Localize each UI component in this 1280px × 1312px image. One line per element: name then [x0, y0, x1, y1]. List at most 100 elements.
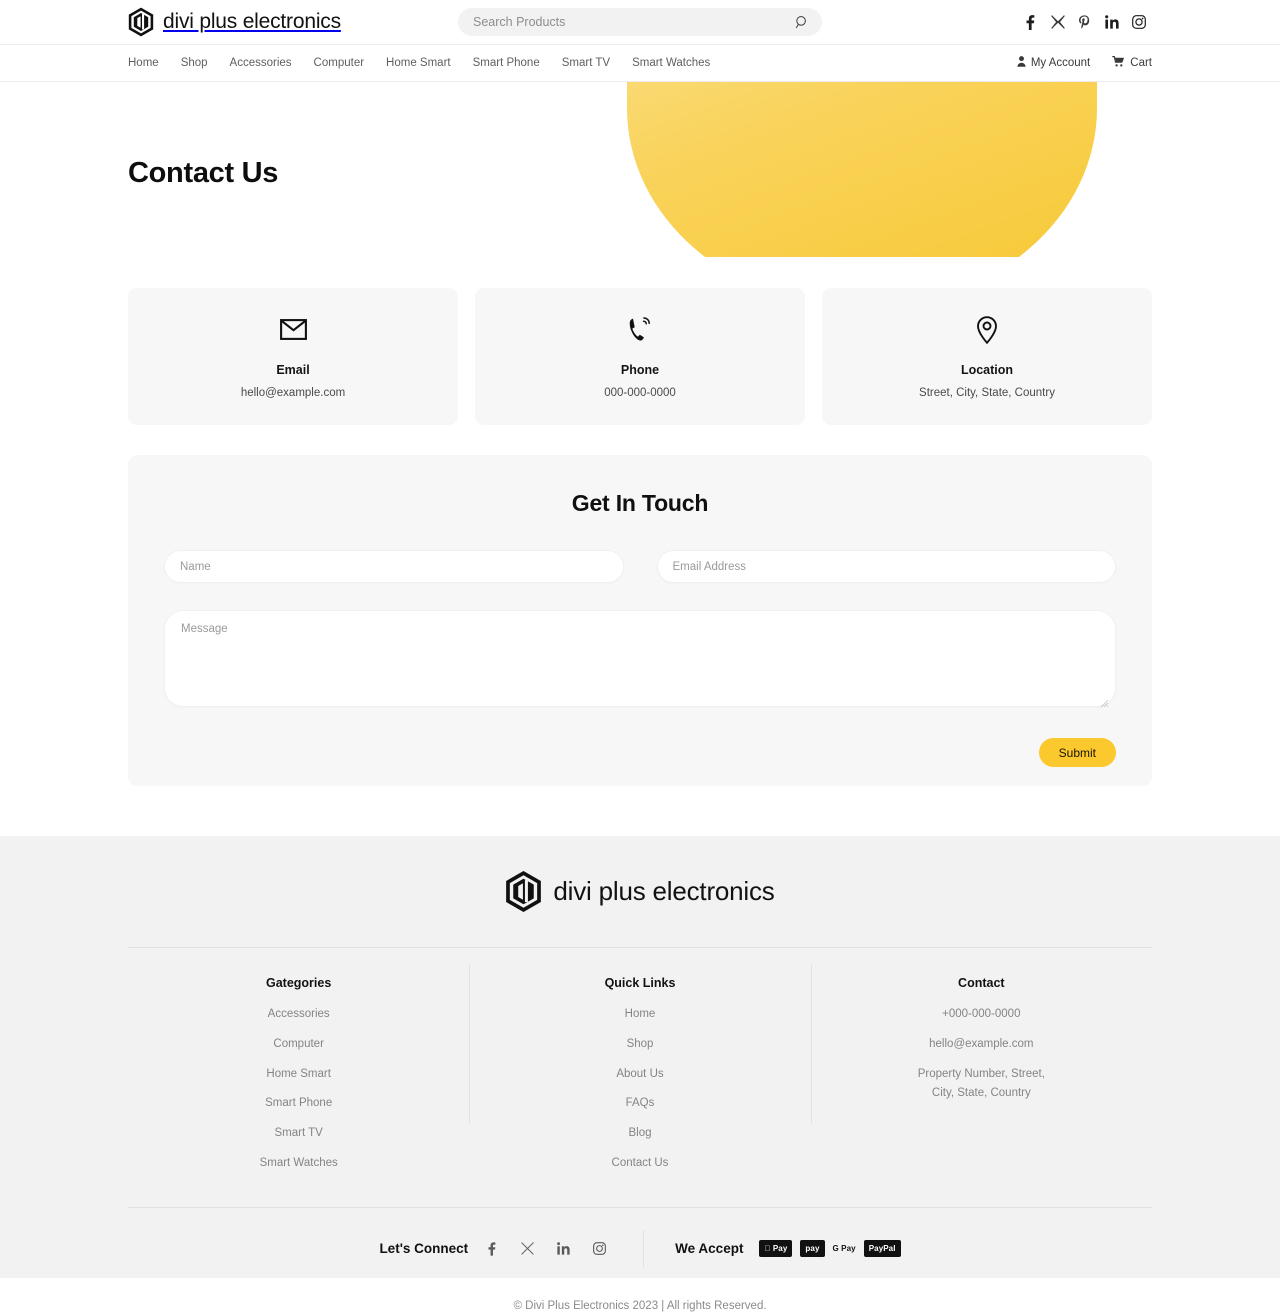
message-textarea[interactable] — [164, 610, 1116, 707]
footer-link-smart-tv[interactable]: Smart TV — [148, 1125, 449, 1143]
shopping-cart-icon — [1112, 56, 1125, 70]
email-input[interactable] — [656, 550, 1116, 583]
footer-bottom-bar: Let's Connect We Accept  Pay — [0, 1229, 1280, 1268]
amazon-pay-badge: pay — [800, 1240, 825, 1258]
hexagon-d-logo-icon — [505, 870, 542, 913]
footer-column-heading: Quick Links — [604, 976, 676, 990]
instagram-icon[interactable] — [587, 1240, 612, 1258]
name-input[interactable] — [164, 550, 624, 583]
footer-link-shop[interactable]: Shop — [489, 1036, 790, 1054]
contact-card-value: 000-000-0000 — [604, 387, 676, 399]
form-actions: Submit — [164, 738, 1116, 767]
copyright-text: © Divi Plus Electronics 2023 | All right… — [513, 1299, 767, 1312]
footer-link-blog[interactable]: Blog — [489, 1125, 790, 1143]
footer-link-contact-us[interactable]: Contact Us — [489, 1155, 790, 1173]
my-account-link[interactable]: My Account — [1017, 56, 1090, 70]
linkedin-icon[interactable] — [551, 1240, 576, 1258]
form-row-message — [164, 610, 1116, 712]
contact-card-email[interactable]: Email hello@example.com — [128, 288, 458, 425]
nav-item-home[interactable]: Home — [128, 57, 159, 69]
form-row-name-email — [164, 550, 1116, 583]
footer-divider-top — [128, 947, 1152, 948]
pinterest-icon[interactable] — [1071, 13, 1098, 31]
footer-link-faqs[interactable]: FAQs — [489, 1095, 790, 1113]
footer-column-heading: Contact — [958, 976, 1005, 990]
x-twitter-icon[interactable] — [515, 1240, 540, 1258]
contact-card-title: Phone — [620, 363, 660, 377]
footer-link-about-us[interactable]: About Us — [489, 1066, 790, 1084]
contact-card-value: hello@example.com — [240, 387, 346, 399]
nav-item-shop[interactable]: Shop — [181, 57, 208, 69]
site-footer: divi plus electronics Gategories Accesso… — [0, 836, 1280, 1312]
page-root: divi plus electronics Search Products Ho… — [0, 0, 1280, 1312]
nav-links: Home Shop Accessories Computer Home Smar… — [128, 57, 710, 69]
footer-column-heading: Gategories — [266, 976, 332, 990]
textarea-resize-handle[interactable] — [1099, 695, 1109, 708]
nav-item-home-smart[interactable]: Home Smart — [386, 57, 451, 69]
we-accept-label: We Accept — [675, 1241, 744, 1257]
contact-card-value: Street, City, State, Country — [919, 387, 1055, 399]
main-navbar: Home Shop Accessories Computer Home Smar… — [0, 44, 1280, 82]
lets-connect-label: Let's Connect — [379, 1241, 469, 1257]
footer-contact-address-line1: Property Number, Street, — [917, 1067, 1045, 1080]
footer-link-smart-phone[interactable]: Smart Phone — [148, 1095, 449, 1113]
header-topbar: divi plus electronics — [0, 0, 1280, 44]
submit-button[interactable]: Submit — [1038, 738, 1116, 767]
footer-logo[interactable]: divi plus electronics — [0, 836, 1280, 913]
footer-contact-email: hello@example.com — [929, 1037, 1034, 1050]
facebook-icon[interactable] — [479, 1240, 504, 1258]
contact-card-title: Location — [960, 363, 1014, 377]
footer-link-smart-watches[interactable]: Smart Watches — [148, 1155, 449, 1173]
search-input[interactable] — [471, 14, 795, 30]
footer-link-home-smart[interactable]: Home Smart — [148, 1066, 449, 1084]
map-pin-icon — [976, 314, 998, 345]
hexagon-d-logo-icon — [128, 7, 154, 37]
footer-vertical-divider — [643, 1229, 645, 1268]
we-accept-group: We Accept  Pay pay G Pay PayPal — [675, 1240, 901, 1258]
linkedin-icon[interactable] — [1098, 13, 1125, 31]
contact-form-panel: Get In Touch Submit — [128, 455, 1152, 786]
nav-item-smart-watches[interactable]: Smart Watches — [632, 57, 710, 69]
instagram-icon[interactable] — [1125, 13, 1152, 31]
contact-info-cards: Email hello@example.com Phone 000-000-00… — [0, 288, 1280, 425]
footer-contact-address-line2: City, State, Country — [931, 1087, 1031, 1100]
nav-item-accessories[interactable]: Accessories — [230, 57, 292, 69]
footer-link-computer[interactable]: Computer — [148, 1036, 449, 1054]
contact-card-phone[interactable]: Phone 000-000-0000 — [475, 288, 805, 425]
x-twitter-icon[interactable] — [1044, 13, 1071, 31]
cart-label: Cart — [1130, 57, 1152, 69]
footer-column-contact: Contact +000-000-0000 hello@example.com … — [810, 964, 1152, 1185]
lets-connect-group: Let's Connect — [379, 1240, 612, 1258]
footer-link-accessories[interactable]: Accessories — [148, 1006, 449, 1024]
footer-divider-bottom — [128, 1206, 1152, 1208]
my-account-label: My Account — [1030, 57, 1091, 69]
paypal-badge: PayPal — [863, 1240, 901, 1258]
envelope-icon — [279, 314, 307, 345]
footer-logo-text: divi plus electronics — [553, 876, 775, 906]
phone-ringing-icon — [628, 314, 652, 345]
header-social-links — [1017, 13, 1152, 31]
nav-item-computer[interactable]: Computer — [314, 57, 365, 69]
site-logo[interactable]: divi plus electronics — [128, 7, 341, 37]
search-icon[interactable] — [795, 15, 809, 29]
page-title: Contact Us — [128, 157, 279, 190]
footer-contact-phone: +000-000-0000 — [942, 1008, 1021, 1020]
facebook-icon[interactable] — [1017, 13, 1044, 31]
footer-column-categories: Gategories Accessories Computer Home Sma… — [128, 976, 469, 1185]
nav-item-smart-tv[interactable]: Smart TV — [562, 57, 610, 69]
footer-columns: Gategories Accessories Computer Home Sma… — [0, 964, 1280, 1185]
nav-utility-links: My Account Cart — [1017, 56, 1152, 70]
apple-pay-badge:  Pay — [759, 1240, 793, 1258]
search-bar[interactable] — [458, 8, 822, 36]
cart-link[interactable]: Cart — [1112, 56, 1152, 70]
contact-card-location[interactable]: Location Street, City, State, Country — [822, 288, 1152, 425]
payment-badges:  Pay pay G Pay PayPal — [759, 1240, 901, 1258]
form-title: Get In Touch — [571, 490, 709, 516]
decorative-yellow-blob — [627, 82, 1097, 257]
user-icon — [1017, 56, 1026, 70]
footer-link-home[interactable]: Home — [489, 1006, 790, 1024]
nav-item-smart-phone[interactable]: Smart Phone — [473, 57, 540, 69]
hero-section: Contact Us — [0, 82, 1280, 257]
footer-column-quick-links: Quick Links Home Shop About Us FAQs Blog… — [469, 964, 810, 1185]
google-pay-badge: G Pay — [829, 1244, 856, 1254]
